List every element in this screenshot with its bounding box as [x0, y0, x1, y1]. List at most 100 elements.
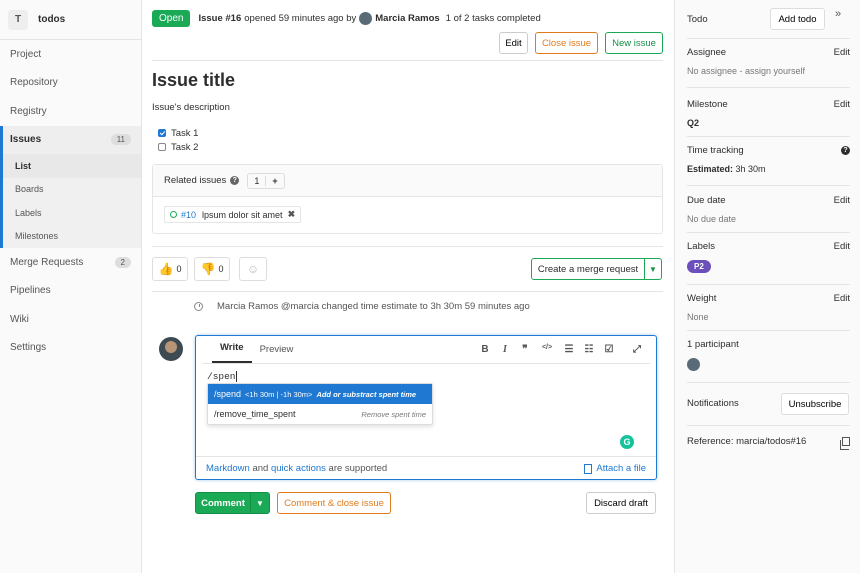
issue-title: Issue title — [152, 70, 236, 90]
sidebar-item-label: Issues — [10, 134, 42, 146]
sidebar-item-repository[interactable]: Repository — [0, 69, 141, 98]
awards-divider-top — [152, 246, 663, 247]
assignee-block: Assignee Edit No assignee - assign yourse… — [687, 47, 850, 76]
project-avatar: T — [8, 9, 28, 30]
markdown-link[interactable]: Markdown — [206, 463, 250, 474]
issues-count-badge: 11 — [110, 134, 131, 146]
weight-edit-link[interactable]: Edit — [834, 293, 850, 304]
collapse-sidebar-icon[interactable]: » — [835, 8, 841, 20]
task-list-icon[interactable]: ☑ — [604, 344, 614, 355]
sidebar-item-settings[interactable]: Settings — [0, 334, 141, 363]
label-badge-p2[interactable]: P2 — [687, 260, 711, 273]
tab-preview[interactable]: Preview — [252, 344, 302, 363]
suggestion-args: <1h 30m | -1h 30m> — [245, 389, 313, 399]
sidebar-item-label: Repository — [10, 77, 58, 89]
author-name[interactable]: Marcia Ramos — [375, 13, 439, 24]
project-name[interactable]: todos — [38, 14, 65, 25]
suggestion-hint: Add or substract spent time — [316, 389, 417, 399]
milestone-edit-link[interactable]: Edit — [834, 99, 850, 110]
comment-label[interactable]: Comment — [196, 493, 251, 513]
remove-related-icon[interactable]: ✖ — [288, 209, 296, 220]
close-issue-button[interactable]: Close issue — [535, 32, 598, 54]
main-content: Open Issue #16 opened 59 minutes ago by … — [142, 0, 674, 573]
participants-title: 1 participant — [687, 339, 739, 350]
thumbsup-award-button[interactable]: 👍 0 — [152, 257, 188, 281]
help-icon[interactable]: ? — [230, 176, 240, 185]
add-todo-button[interactable]: Add todo — [770, 8, 825, 30]
assignee-edit-link[interactable]: Edit — [834, 47, 850, 58]
task-checkbox[interactable] — [158, 143, 166, 151]
participant-avatar[interactable] — [687, 358, 700, 371]
chevron-down-icon[interactable]: ▼ — [645, 259, 661, 279]
tab-write[interactable]: Write — [212, 342, 252, 363]
code-icon[interactable]: </> — [540, 344, 554, 355]
right-sidebar: Todo Add todo » Assignee Edit No assignee… — [674, 0, 860, 573]
help-icon[interactable]: ? — [841, 146, 850, 155]
new-issue-button[interactable]: New issue — [605, 32, 663, 54]
discard-draft-button[interactable]: Discard draft — [586, 492, 656, 514]
add-reaction-button[interactable]: ☺ — [239, 257, 267, 281]
unsubscribe-button[interactable]: Unsubscribe — [781, 393, 849, 415]
submenu-item-milestones[interactable]: Milestones — [3, 225, 141, 249]
time-estimated-label: Estimated: — [687, 164, 734, 174]
sidebar-divider — [687, 382, 850, 383]
project-header[interactable]: T todos — [0, 0, 141, 40]
bullet-list-icon[interactable]: ☰ — [564, 344, 574, 355]
labels-edit-link[interactable]: Edit — [834, 241, 850, 252]
sidebar-item-pipelines[interactable]: Pipelines — [0, 277, 141, 306]
reference-block: Reference: marcia/todos#16 — [687, 436, 850, 450]
related-count: 1 — [254, 175, 260, 186]
chevron-down-icon[interactable]: ▼ — [251, 493, 269, 513]
copy-icon[interactable] — [840, 437, 850, 450]
due-date-edit-link[interactable]: Edit — [834, 195, 850, 206]
sidebar-item-wiki[interactable]: Wiki — [0, 305, 141, 334]
editor-toolbar: B I ❞ </> ☰ ☷ ☑ ⤢ — [480, 344, 642, 355]
assignee-title: Assignee — [687, 47, 727, 58]
bold-icon[interactable]: B — [480, 344, 490, 355]
text-cursor — [235, 371, 237, 382]
due-date-block: Due date Edit No due date — [687, 195, 850, 224]
suggestion-hint: Remove spent time — [361, 409, 426, 419]
fullscreen-icon[interactable]: ⤢ — [632, 344, 642, 355]
author-avatar[interactable] — [359, 12, 373, 25]
create-merge-request-button[interactable]: Create a merge request ▼ — [531, 258, 662, 280]
assignee-value[interactable]: No assignee - assign yourself — [687, 66, 850, 76]
comment-textarea[interactable]: /spen — [207, 371, 237, 382]
time-tracking-title: Time tracking — [687, 145, 744, 156]
task-checkbox[interactable] — [158, 129, 166, 137]
milestone-value[interactable]: Q2 — [687, 118, 699, 128]
sidebar-item-registry[interactable]: Registry — [0, 97, 141, 126]
thumbsup-count: 0 — [176, 264, 182, 274]
sidebar-item-project[interactable]: Project — [0, 40, 141, 69]
submenu-item-list[interactable]: List — [3, 154, 141, 178]
suggestion-spend[interactable]: /spend <1h 30m | -1h 30m> Add or substra… — [208, 384, 432, 404]
comment-close-button[interactable]: Comment & close issue — [277, 492, 391, 514]
issue-header: Open Issue #16 opened 59 minutes ago by … — [152, 10, 541, 27]
current-user-avatar[interactable] — [159, 337, 183, 361]
add-related-button[interactable]: + — [265, 175, 283, 186]
issue-ref: Issue #16 — [198, 13, 242, 24]
submenu-item-boards[interactable]: Boards — [3, 178, 141, 202]
related-issue-item[interactable]: #10 lpsum dolor sit amet ✖ — [164, 206, 302, 223]
sidebar-item-label: Merge Requests — [10, 256, 84, 268]
quick-actions-link[interactable]: quick actions — [271, 463, 326, 474]
thumbsdown-award-button[interactable]: 👎 0 — [194, 257, 230, 281]
quote-icon[interactable]: ❞ — [520, 344, 530, 355]
grammarly-icon[interactable]: G — [620, 435, 634, 449]
task-label: Task 2 — [171, 141, 199, 153]
open-status-icon — [170, 211, 177, 218]
task-item: Task 2 — [158, 140, 198, 154]
edit-issue-button[interactable]: Edit — [499, 32, 528, 54]
comment-button[interactable]: Comment ▼ — [195, 492, 270, 514]
suggestion-remove-time-spent[interactable]: /remove_time_spent Remove spent time — [208, 404, 432, 424]
merge-request-label[interactable]: Create a merge request — [532, 259, 645, 279]
related-issues-header: Related issues ? 1 + — [153, 165, 662, 197]
submenu-item-labels[interactable]: Labels — [3, 201, 141, 225]
related-issue-ref[interactable]: #10 — [181, 210, 196, 220]
tasks-completed: 1 of 2 tasks completed — [445, 13, 541, 24]
sidebar-item-issues[interactable]: Issues 11 — [0, 125, 141, 154]
italic-icon[interactable]: I — [500, 344, 510, 355]
numbered-list-icon[interactable]: ☷ — [584, 344, 594, 355]
sidebar-item-merge-requests[interactable]: Merge Requests 2 — [0, 248, 141, 277]
attach-file-button[interactable]: Attach a file — [584, 463, 646, 474]
